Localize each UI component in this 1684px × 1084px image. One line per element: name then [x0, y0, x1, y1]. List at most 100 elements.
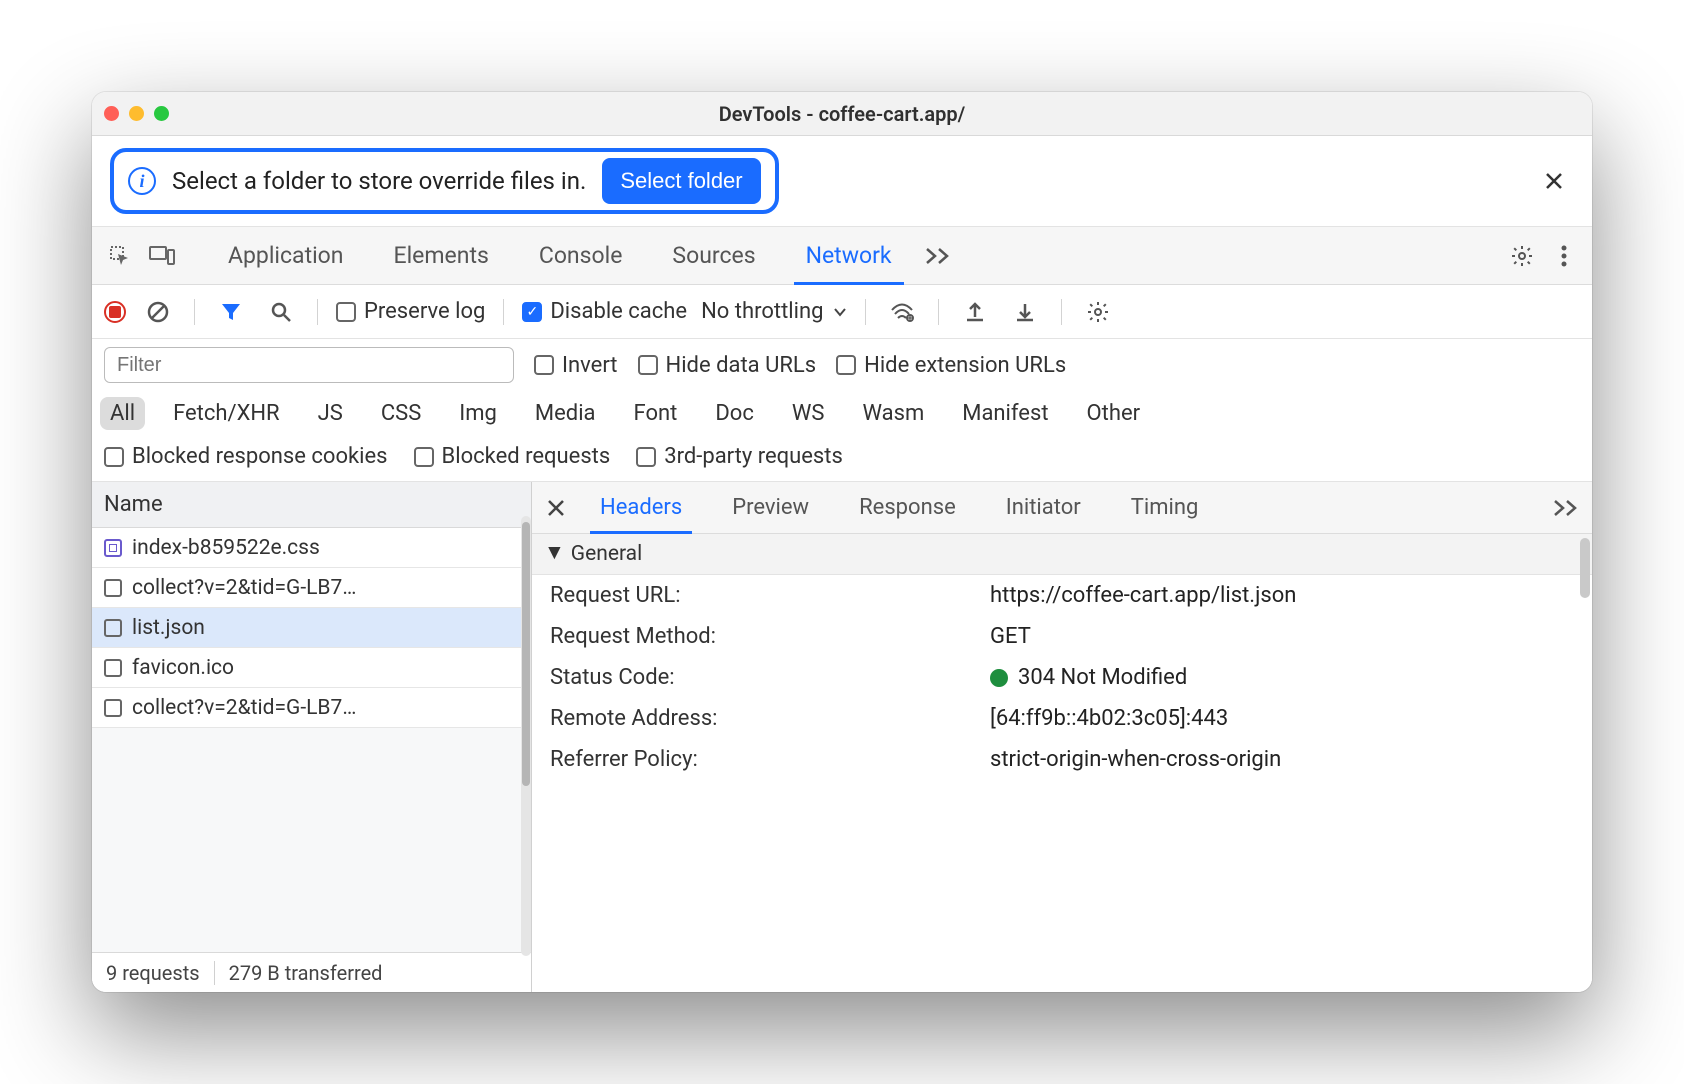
settings-gear-icon[interactable] [1504, 238, 1540, 274]
type-wasm[interactable]: Wasm [852, 397, 934, 430]
select-folder-button[interactable]: Select folder [602, 158, 760, 204]
request-row[interactable]: collect?v=2&tid=G-LB7… [92, 568, 531, 608]
throttling-select[interactable]: No throttling [701, 299, 847, 324]
request-row[interactable]: list.json [92, 608, 531, 648]
network-status-bar: 9 requests 279 B transferred [92, 952, 531, 992]
blocked-cookies-checkbox[interactable]: Blocked response cookies [104, 444, 388, 469]
request-method-value: GET [990, 624, 1574, 649]
disable-cache-label: Disable cache [550, 299, 687, 324]
device-toggle-icon[interactable] [144, 238, 180, 274]
filter-row: Invert Hide data URLs Hide extension URL… [92, 339, 1592, 391]
remote-address-value: [64:ff9b::4b02:3c05]:443 [990, 706, 1574, 731]
tab-network[interactable]: Network [784, 227, 914, 284]
resource-type-filters: All Fetch/XHR JS CSS Img Media Font Doc … [92, 391, 1592, 436]
kv-row: Request URL:https://coffee-cart.app/list… [532, 575, 1592, 616]
request-count: 9 requests [92, 961, 215, 985]
search-icon[interactable] [263, 294, 299, 330]
third-party-checkbox[interactable]: 3rd-party requests [636, 444, 843, 469]
kebab-menu-icon[interactable] [1546, 238, 1582, 274]
status-code-value: 304 Not Modified [990, 665, 1574, 690]
document-icon [104, 579, 122, 597]
hide-data-urls-checkbox[interactable]: Hide data URLs [638, 353, 817, 378]
export-har-icon[interactable] [957, 294, 993, 330]
window-titlebar: DevTools - coffee-cart.app/ [92, 92, 1592, 136]
hide-ext-label: Hide extension URLs [864, 353, 1066, 378]
stylesheet-icon [104, 539, 122, 557]
type-all[interactable]: All [100, 397, 145, 430]
filter-input[interactable] [104, 347, 514, 383]
type-js[interactable]: JS [308, 397, 353, 430]
devtools-window: DevTools - coffee-cart.app/ i Select a f… [92, 92, 1592, 992]
type-manifest[interactable]: Manifest [952, 397, 1058, 430]
transferred-size: 279 B transferred [215, 961, 397, 985]
network-conditions-icon[interactable] [884, 294, 920, 330]
kv-row: Referrer Policy:strict-origin-when-cross… [532, 739, 1592, 780]
type-doc[interactable]: Doc [705, 397, 764, 430]
more-detail-tabs-icon[interactable] [1548, 490, 1584, 526]
preserve-log-checkbox[interactable]: Preserve log [336, 299, 485, 324]
type-media[interactable]: Media [525, 397, 606, 430]
main-tabs: Application Elements Console Sources Net… [92, 227, 1592, 285]
tab-console[interactable]: Console [517, 227, 645, 284]
scrollbar[interactable] [521, 516, 531, 956]
tab-sources[interactable]: Sources [650, 227, 777, 284]
request-row[interactable]: favicon.ico [92, 648, 531, 688]
blocked-requests-checkbox[interactable]: Blocked requests [414, 444, 611, 469]
clear-icon[interactable] [140, 294, 176, 330]
request-method-key: Request Method: [550, 624, 950, 649]
detail-tab-headers[interactable]: Headers [578, 482, 704, 533]
detail-tab-preview[interactable]: Preview [710, 482, 831, 533]
kv-row: Remote Address: [64:ff9b::4b02:3c05]:443 [532, 698, 1592, 739]
tab-application[interactable]: Application [206, 227, 366, 284]
filter-funnel-icon[interactable] [213, 294, 249, 330]
collapse-triangle-icon: ▼ [544, 541, 565, 565]
import-har-icon[interactable] [1007, 294, 1043, 330]
kv-row: Status Code: 304 Not Modified [532, 657, 1592, 698]
invert-checkbox[interactable]: Invert [534, 353, 618, 378]
referrer-policy-value: strict-origin-when-cross-origin [990, 747, 1574, 772]
close-details-button[interactable] [540, 492, 572, 524]
document-icon [104, 699, 122, 717]
type-font[interactable]: Font [624, 397, 688, 430]
section-title: General [571, 542, 642, 566]
request-row[interactable]: collect?v=2&tid=G-LB7… [92, 688, 531, 728]
status-code-key: Status Code: [550, 665, 950, 690]
more-tabs-icon[interactable] [920, 238, 956, 274]
type-fetch[interactable]: Fetch/XHR [163, 397, 290, 430]
info-highlight: i Select a folder to store override file… [110, 148, 779, 214]
general-section-header[interactable]: ▼General [532, 534, 1592, 575]
request-row[interactable]: index-b859522e.css [92, 528, 531, 568]
inspect-icon[interactable] [102, 238, 138, 274]
type-ws[interactable]: WS [782, 397, 835, 430]
chevron-down-icon [833, 307, 847, 317]
remote-address-key: Remote Address: [550, 706, 950, 731]
detail-tab-initiator[interactable]: Initiator [984, 482, 1103, 533]
network-toolbar: Preserve log ✓Disable cache No throttlin… [92, 285, 1592, 339]
detail-tab-response[interactable]: Response [837, 482, 978, 533]
type-img[interactable]: Img [449, 397, 507, 430]
document-icon [104, 659, 122, 677]
detail-tab-timing[interactable]: Timing [1109, 482, 1221, 533]
status-code-text: 304 Not Modified [1018, 665, 1187, 690]
preserve-log-label: Preserve log [364, 299, 485, 324]
request-name: collect?v=2&tid=G-LB7… [132, 576, 356, 600]
request-list-header[interactable]: Name [92, 482, 531, 528]
dismiss-infobar-button[interactable] [1534, 167, 1574, 195]
hide-extension-urls-checkbox[interactable]: Hide extension URLs [836, 353, 1066, 378]
info-text: Select a folder to store override files … [172, 167, 586, 195]
tab-elements[interactable]: Elements [372, 227, 511, 284]
request-details: Headers Preview Response Initiator Timin… [532, 482, 1592, 992]
blocked-cookies-label: Blocked response cookies [132, 444, 388, 469]
network-split-view: Name index-b859522e.css collect?v=2&tid=… [92, 482, 1592, 992]
network-settings-gear-icon[interactable] [1080, 294, 1116, 330]
blocked-requests-label: Blocked requests [442, 444, 611, 469]
details-scrollbar[interactable] [1580, 538, 1590, 598]
override-info-bar: i Select a folder to store override file… [92, 136, 1592, 227]
request-name: favicon.ico [132, 656, 234, 680]
document-icon [104, 619, 122, 637]
type-css[interactable]: CSS [371, 397, 431, 430]
disable-cache-checkbox[interactable]: ✓Disable cache [522, 299, 687, 324]
type-other[interactable]: Other [1077, 397, 1151, 430]
record-button[interactable] [104, 301, 126, 323]
request-list-scroll[interactable]: index-b859522e.css collect?v=2&tid=G-LB7… [92, 528, 531, 728]
